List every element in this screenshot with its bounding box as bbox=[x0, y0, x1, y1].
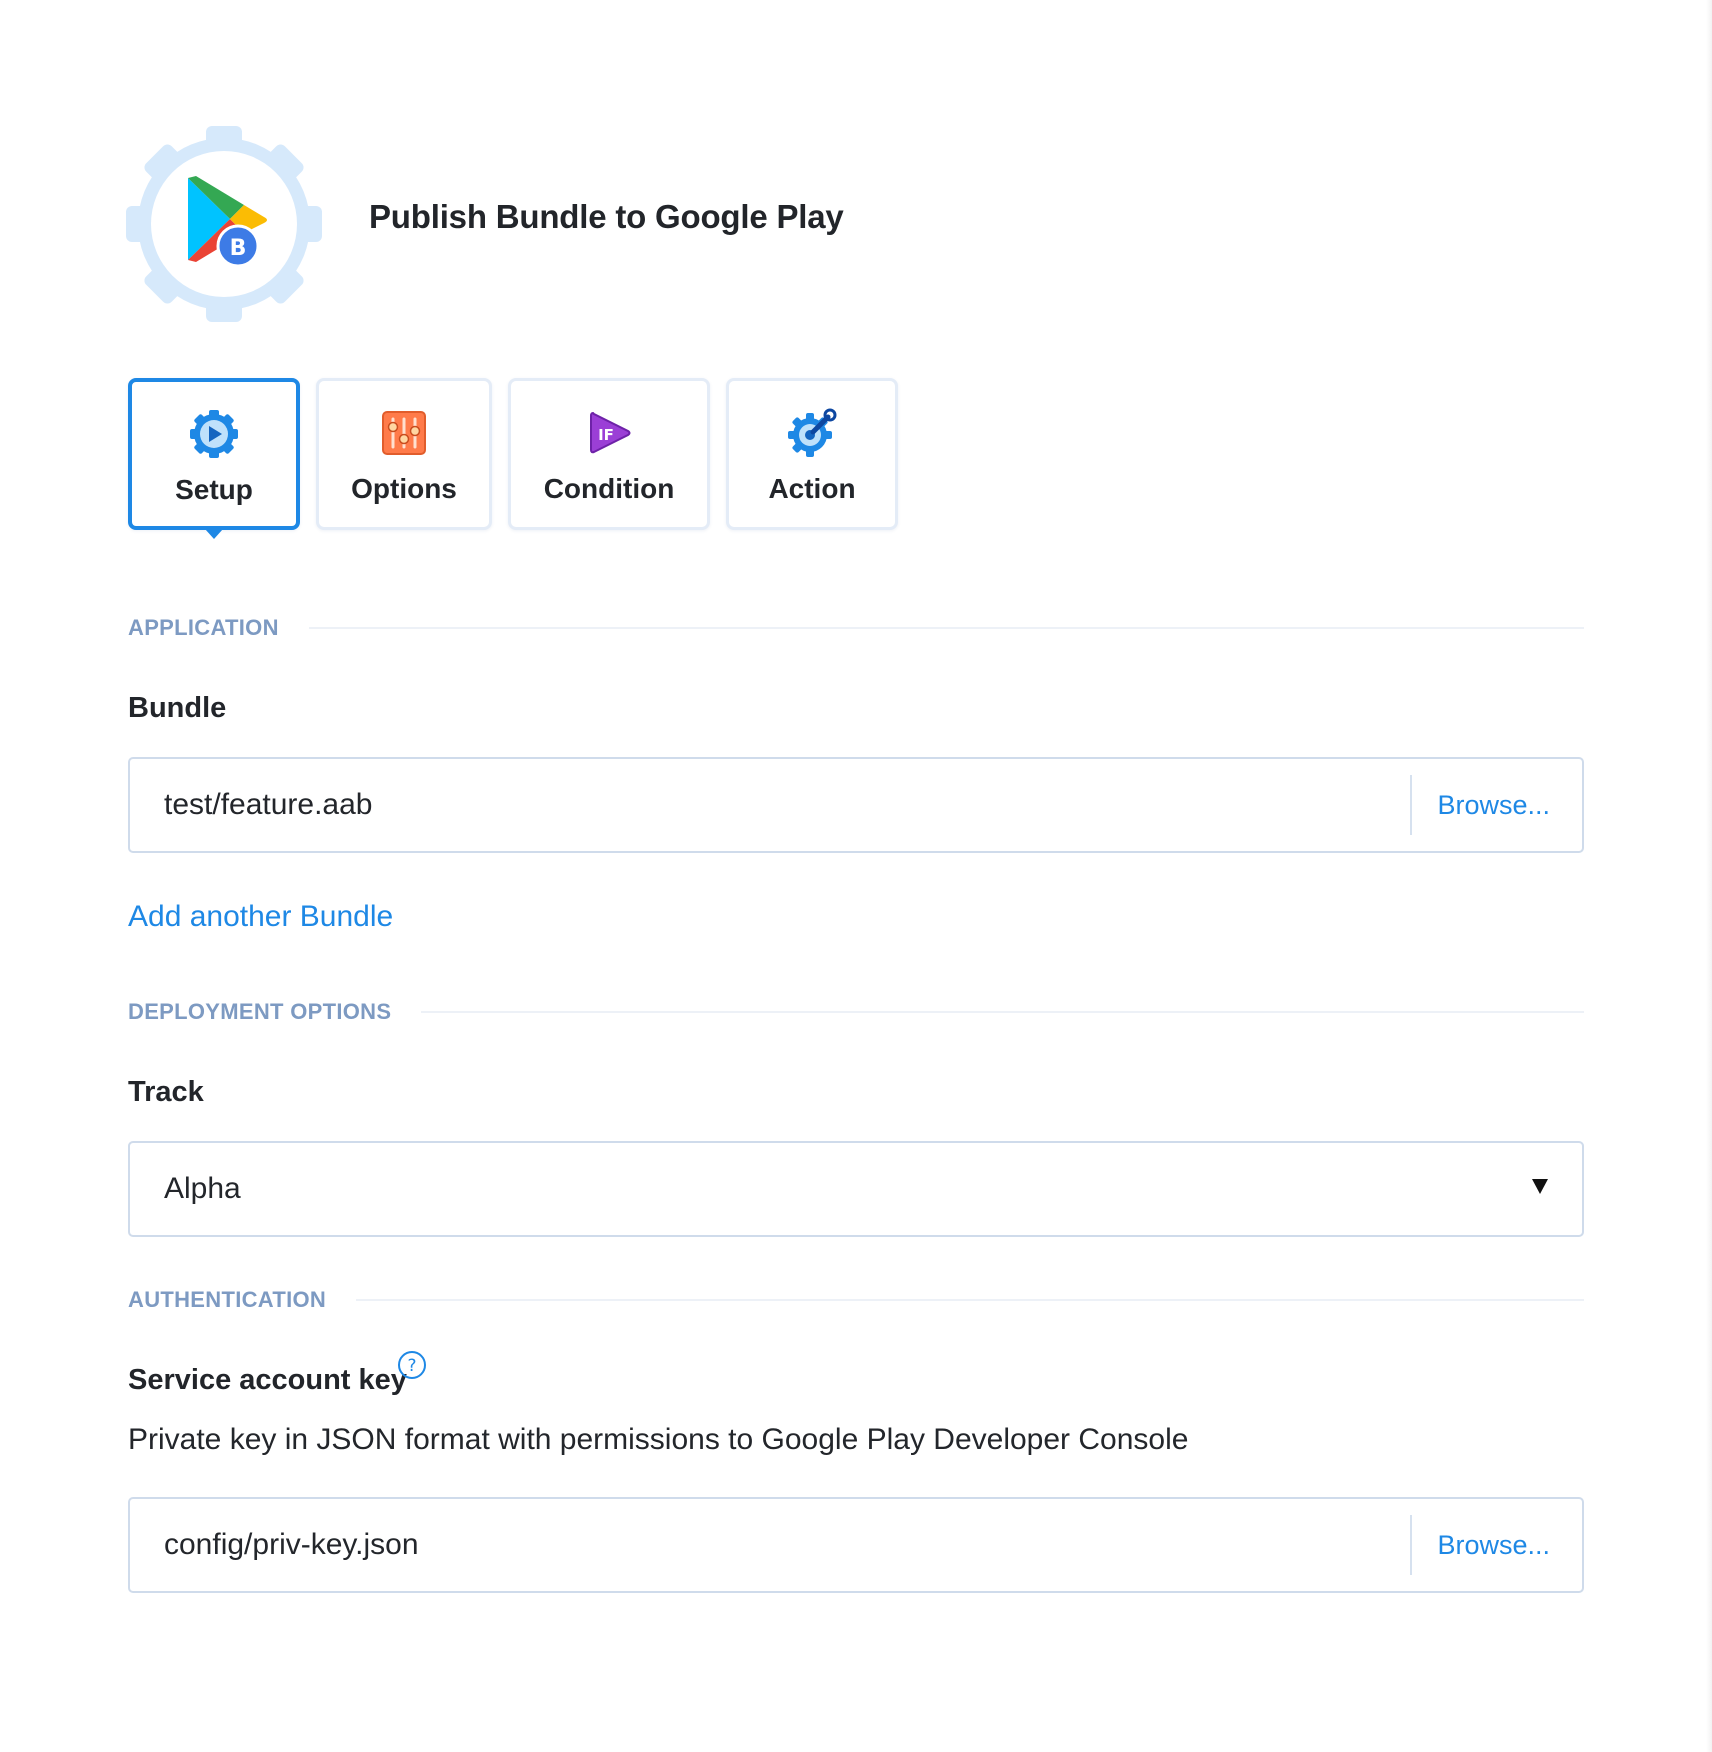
field-divider bbox=[1410, 775, 1412, 835]
caret-down-icon bbox=[1532, 1179, 1548, 1194]
track-label: Track bbox=[128, 1076, 204, 1108]
tab-action[interactable]: Action bbox=[726, 378, 898, 530]
tab-setup-label: Setup bbox=[175, 474, 253, 505]
service-account-key-description: Private key in JSON format with permissi… bbox=[128, 1423, 1189, 1456]
tab-options[interactable]: Options bbox=[316, 378, 492, 530]
question-circle-icon[interactable]: ? bbox=[397, 1350, 427, 1380]
bundle-label: Bundle bbox=[128, 692, 227, 724]
service-account-key-label: Service account key bbox=[128, 1364, 407, 1396]
section-divider bbox=[356, 1299, 1584, 1301]
google-play-bundle-gear-icon: B bbox=[126, 126, 322, 322]
section-authentication: AUTHENTICATION bbox=[128, 1285, 1584, 1315]
section-heading: AUTHENTICATION bbox=[128, 1287, 327, 1312]
tab-options-label: Options bbox=[351, 473, 457, 504]
section-heading: DEPLOYMENT OPTIONS bbox=[128, 999, 392, 1024]
bundle-browse-button[interactable]: Browse... bbox=[1437, 759, 1550, 851]
tab-setup[interactable]: Setup bbox=[128, 378, 300, 530]
section-divider bbox=[421, 1011, 1584, 1013]
svg-text:IF: IF bbox=[598, 426, 614, 444]
field-divider bbox=[1410, 1515, 1412, 1575]
tab-action-label: Action bbox=[768, 473, 856, 504]
section-application: APPLICATION bbox=[128, 613, 1584, 643]
gear-wrench-icon bbox=[788, 408, 837, 457]
tab-condition-label: Condition bbox=[543, 473, 675, 504]
sliders-icon bbox=[382, 411, 426, 455]
if-play-icon: IF bbox=[590, 411, 631, 454]
task-config-panel: B Publish Bundle to Google Play Setup Op… bbox=[0, 0, 1712, 1752]
logo-badge: B bbox=[230, 236, 247, 261]
track-select[interactable]: Alpha bbox=[128, 1141, 1584, 1237]
key-input-value: config/priv-key.json bbox=[164, 1528, 419, 1561]
bundle-file-field[interactable]: test/feature.aab Browse... bbox=[128, 757, 1584, 853]
section-divider bbox=[308, 627, 1584, 629]
page-title: Publish Bundle to Google Play bbox=[369, 198, 844, 235]
bundle-input-value: test/feature.aab bbox=[164, 788, 373, 821]
gear-play-icon bbox=[190, 410, 238, 458]
section-heading: APPLICATION bbox=[128, 615, 279, 640]
track-selected-value: Alpha bbox=[164, 1172, 241, 1205]
active-tab-pointer bbox=[205, 529, 223, 539]
tab-condition[interactable]: IF Condition bbox=[508, 378, 710, 530]
svg-text:?: ? bbox=[407, 1356, 416, 1376]
panel-edge-shadow bbox=[1706, 0, 1712, 1752]
section-deployment-options: DEPLOYMENT OPTIONS bbox=[128, 997, 1584, 1027]
add-another-bundle-link[interactable]: Add another Bundle bbox=[128, 900, 393, 934]
service-account-key-field[interactable]: config/priv-key.json Browse... bbox=[128, 1497, 1584, 1593]
key-browse-button[interactable]: Browse... bbox=[1437, 1499, 1550, 1591]
